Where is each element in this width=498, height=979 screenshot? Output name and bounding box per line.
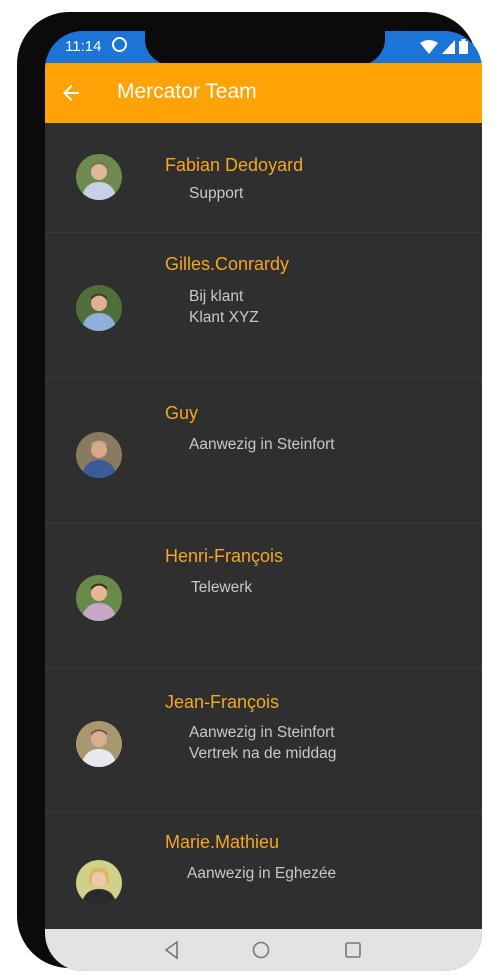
- status-time: 11:14: [65, 38, 102, 55]
- member-name: Gilles.Conrardy: [165, 254, 290, 274]
- list-item[interactable]: Guy Aanwezig in Steinfort: [45, 378, 482, 523]
- member-status: Support: [189, 185, 244, 202]
- avatar: [76, 432, 122, 478]
- member-name: Guy: [165, 403, 199, 423]
- avatar: [76, 575, 122, 621]
- nav-back-icon[interactable]: [161, 939, 183, 961]
- member-detail: Vertrek na de middag: [189, 745, 337, 762]
- nav-recents-icon[interactable]: [342, 939, 364, 961]
- avatar: [76, 860, 122, 906]
- member-name: Fabian Dedoyard: [165, 155, 304, 175]
- list-item[interactable]: Gilles.Conrardy Bij klant Klant XYZ: [45, 233, 482, 378]
- member-name: Jean-François: [165, 692, 280, 712]
- member-status: Bij klant: [189, 288, 244, 305]
- nav-home-icon[interactable]: [250, 939, 272, 961]
- whatsapp-icon: [112, 37, 127, 52]
- app-bar: Mercator Team: [45, 63, 482, 123]
- app-screen: 11:14 Mercator Team Fabian Dedoyard Supp…: [45, 31, 482, 971]
- wifi-icon: [420, 39, 438, 54]
- list-item[interactable]: Henri-François Telewerk: [45, 523, 482, 668]
- avatar: [76, 154, 122, 200]
- member-name: Marie.Mathieu: [165, 832, 280, 852]
- avatar: [76, 721, 122, 767]
- list-item[interactable]: Jean-François Aanwezig in Steinfort Vert…: [45, 668, 482, 813]
- system-nav-bar: [45, 929, 482, 971]
- status-icons: [420, 39, 468, 54]
- signal-icon: [442, 39, 455, 54]
- member-status: Aanwezig in Eghezée: [187, 865, 337, 882]
- battery-icon: [459, 39, 468, 54]
- avatar: [76, 285, 122, 331]
- list-item[interactable]: Marie.Mathieu Aanwezig in Eghezée: [45, 813, 482, 931]
- member-name: Henri-François: [165, 546, 284, 566]
- member-status: Aanwezig in Steinfort: [189, 436, 335, 453]
- list-item[interactable]: Fabian Dedoyard Support: [45, 123, 482, 233]
- page-title: Mercator Team: [117, 80, 257, 103]
- member-status: Telewerk: [191, 579, 253, 596]
- camera-notch: [145, 31, 385, 65]
- member-detail: Klant XYZ: [189, 309, 259, 326]
- back-arrow-icon[interactable]: [59, 81, 83, 105]
- member-status: Aanwezig in Steinfort: [189, 724, 335, 741]
